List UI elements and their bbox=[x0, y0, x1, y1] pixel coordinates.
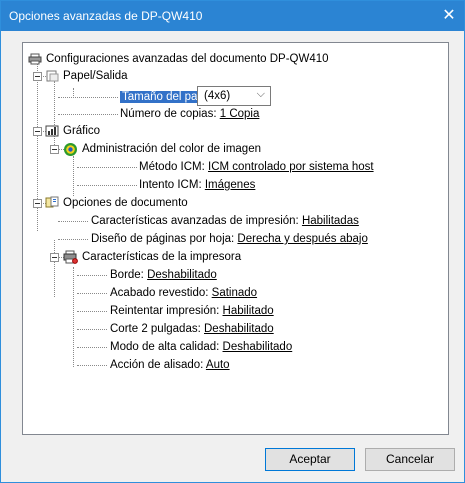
tree-item-advanced-print[interactable]: Características avanzadas de impresión: … bbox=[91, 214, 359, 228]
color-management-icon bbox=[64, 143, 77, 156]
document-options-icon bbox=[45, 196, 59, 208]
tree-line bbox=[54, 240, 55, 297]
tree-item-coating[interactable]: Acabado revestido: Satinado bbox=[110, 286, 257, 300]
icm-method-label: Método ICM: bbox=[139, 161, 205, 173]
icm-intent-value[interactable]: Imágenes bbox=[205, 179, 256, 191]
tree-item-graphics[interactable]: Gráfico bbox=[63, 124, 100, 138]
tree-line bbox=[77, 311, 107, 312]
feature-value[interactable]: Auto bbox=[206, 359, 230, 371]
advanced-print-label: Características avanzadas de impresión: bbox=[91, 215, 299, 227]
paper-size-value: (4x6) bbox=[204, 90, 231, 102]
collapse-icon[interactable] bbox=[50, 253, 59, 262]
printer-icon bbox=[28, 53, 42, 65]
feature-value[interactable]: Deshabilitado bbox=[147, 269, 217, 281]
copies-value[interactable]: 1 Copia bbox=[220, 108, 260, 120]
tree-item-high-quality[interactable]: Modo de alta calidad: Deshabilitado bbox=[110, 340, 292, 354]
tree-item-document-options[interactable]: Opciones de documento bbox=[63, 196, 188, 210]
close-icon[interactable]: ✕ bbox=[434, 1, 464, 31]
tree-line bbox=[58, 239, 88, 240]
tree-item-2inch-cut[interactable]: Corte 2 pulgadas: Deshabilitado bbox=[110, 322, 274, 336]
collapse-icon[interactable] bbox=[33, 72, 42, 81]
feature-label: Acabado revestido: bbox=[110, 287, 209, 299]
tree-item-printer-features[interactable]: Características de la impresora bbox=[82, 250, 241, 264]
settings-tree[interactable]: Configuraciones avanzadas del documento … bbox=[22, 42, 449, 435]
tree-line bbox=[77, 185, 137, 186]
tree-line bbox=[73, 88, 74, 96]
tree-line bbox=[73, 267, 74, 367]
advanced-print-value[interactable]: Habilitadas bbox=[302, 215, 359, 227]
feature-value[interactable]: Satinado bbox=[212, 287, 257, 299]
window-title: Opciones avanzadas de DP-QW410 bbox=[9, 9, 203, 23]
feature-label: Corte 2 pulgadas: bbox=[110, 323, 201, 335]
collapse-icon[interactable] bbox=[50, 145, 59, 154]
page-layout-label: Diseño de páginas por hoja: bbox=[91, 233, 235, 245]
tree-line bbox=[77, 293, 107, 294]
tree-line bbox=[58, 114, 118, 115]
copies-label: Número de copias: bbox=[120, 108, 217, 120]
feature-label: Reintentar impresión: bbox=[110, 305, 220, 317]
cancel-button[interactable]: Cancelar bbox=[365, 448, 455, 471]
printer-features-icon bbox=[63, 250, 78, 264]
collapse-icon[interactable] bbox=[33, 127, 42, 136]
tree-line bbox=[77, 347, 107, 348]
paper-size-select[interactable]: (4x6) ⌵ bbox=[197, 86, 271, 106]
feature-label: Acción de alisado: bbox=[110, 359, 204, 371]
chevron-down-icon: ⌵ bbox=[256, 88, 265, 100]
tree-item-retry-print[interactable]: Reintentar impresión: Habilitado bbox=[110, 304, 274, 318]
feature-label: Borde: bbox=[110, 269, 144, 281]
icm-method-value[interactable]: ICM controlado por sistema host bbox=[208, 161, 374, 173]
feature-value[interactable]: Deshabilitado bbox=[223, 341, 293, 353]
tree-line bbox=[77, 275, 107, 276]
feature-label: Modo de alta calidad: bbox=[110, 341, 220, 353]
accept-button[interactable]: Aceptar bbox=[265, 448, 355, 471]
paper-icon bbox=[46, 70, 59, 82]
tree-line bbox=[58, 221, 88, 222]
tree-item-smoothing[interactable]: Acción de alisado: Auto bbox=[110, 358, 230, 372]
graphics-icon bbox=[45, 125, 59, 137]
collapse-icon[interactable] bbox=[33, 199, 42, 208]
tree-item-copies[interactable]: Número de copias: 1 Copia bbox=[120, 107, 259, 121]
feature-value[interactable]: Habilitado bbox=[223, 305, 274, 317]
advanced-options-dialog: Opciones avanzadas de DP-QW410 ✕ Configu… bbox=[0, 0, 465, 483]
tree-line bbox=[73, 156, 74, 196]
page-layout-value[interactable]: Derecha y después abajo bbox=[237, 233, 367, 245]
tree-item-page-layout[interactable]: Diseño de páginas por hoja: Derecha y de… bbox=[91, 232, 368, 246]
tree-item-color-management[interactable]: Administración del color de imagen bbox=[82, 142, 261, 156]
icm-intent-label: Intento ICM: bbox=[139, 179, 202, 191]
title-bar: Opciones avanzadas de DP-QW410 ✕ bbox=[1, 1, 464, 31]
tree-line bbox=[77, 167, 137, 168]
tree-line bbox=[77, 365, 107, 366]
feature-value[interactable]: Deshabilitado bbox=[204, 323, 274, 335]
tree-item-icm-intent[interactable]: Intento ICM: Imágenes bbox=[139, 178, 255, 192]
tree-item-paper-output[interactable]: Papel/Salida bbox=[63, 69, 128, 83]
tree-item-border[interactable]: Borde: Deshabilitado bbox=[110, 268, 217, 282]
tree-root[interactable]: Configuraciones avanzadas del documento … bbox=[46, 52, 329, 66]
tree-item-icm-method[interactable]: Método ICM: ICM controlado por sistema h… bbox=[139, 160, 374, 174]
tree-line bbox=[58, 97, 118, 98]
tree-line bbox=[77, 329, 107, 330]
